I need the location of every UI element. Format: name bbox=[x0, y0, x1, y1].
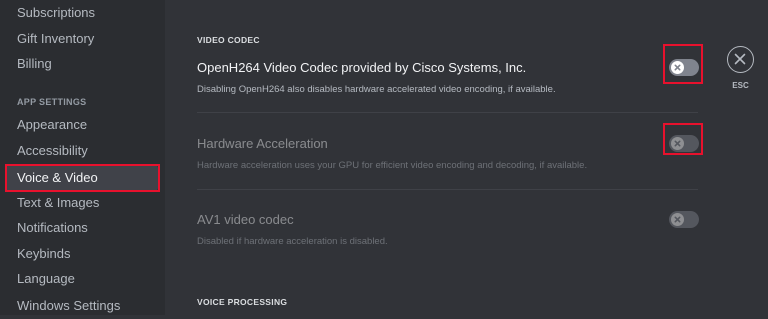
openh264-title: OpenH264 Video Codec provided by Cisco S… bbox=[197, 60, 527, 75]
av1-codec-description: Disabled if hardware acceleration is dis… bbox=[197, 236, 388, 247]
sidebar-item-notifications[interactable]: Notifications bbox=[6, 215, 158, 241]
sidebar-item-windows-settings[interactable]: Windows Settings bbox=[6, 293, 158, 319]
x-icon bbox=[674, 140, 681, 147]
hardware-acceleration-toggle[interactable] bbox=[669, 135, 699, 152]
divider bbox=[197, 189, 698, 190]
voice-processing-header: VOICE PROCESSING bbox=[197, 297, 288, 307]
sidebar-item-voice-video[interactable]: Voice & Video bbox=[6, 165, 158, 191]
openh264-description: Disabling OpenH264 also disables hardwar… bbox=[197, 84, 556, 95]
esc-label: ESC bbox=[732, 81, 749, 90]
sidebar-item-text-images[interactable]: Text & Images bbox=[6, 190, 158, 216]
toggle-knob bbox=[671, 137, 684, 150]
close-icon bbox=[734, 53, 746, 65]
openh264-toggle[interactable] bbox=[669, 59, 699, 76]
sidebar-item-accessibility[interactable]: Accessibility bbox=[6, 138, 158, 164]
hardware-acceleration-title: Hardware Acceleration bbox=[197, 136, 328, 151]
settings-content: VIDEO CODEC OpenH264 Video Codec provide… bbox=[165, 0, 768, 315]
app-settings-header: APP SETTINGS bbox=[17, 97, 87, 107]
settings-sidebar: Subscriptions Gift Inventory Billing APP… bbox=[0, 0, 165, 315]
toggle-knob bbox=[671, 213, 684, 226]
av1-codec-title: AV1 video codec bbox=[197, 212, 294, 227]
sidebar-item-language[interactable]: Language bbox=[6, 266, 158, 292]
sidebar-item-gift-inventory[interactable]: Gift Inventory bbox=[6, 26, 158, 52]
hardware-acceleration-description: Hardware acceleration uses your GPU for … bbox=[197, 160, 588, 171]
sidebar-item-subscriptions[interactable]: Subscriptions bbox=[6, 0, 158, 26]
video-codec-header: VIDEO CODEC bbox=[197, 35, 260, 45]
av1-codec-toggle[interactable] bbox=[669, 211, 699, 228]
sidebar-item-keybinds[interactable]: Keybinds bbox=[6, 241, 158, 267]
close-button[interactable] bbox=[727, 46, 754, 73]
sidebar-item-appearance[interactable]: Appearance bbox=[6, 112, 158, 138]
x-icon bbox=[674, 216, 681, 223]
toggle-knob bbox=[671, 61, 684, 74]
x-icon bbox=[674, 64, 681, 71]
sidebar-item-billing[interactable]: Billing bbox=[6, 51, 158, 77]
divider bbox=[197, 112, 698, 113]
